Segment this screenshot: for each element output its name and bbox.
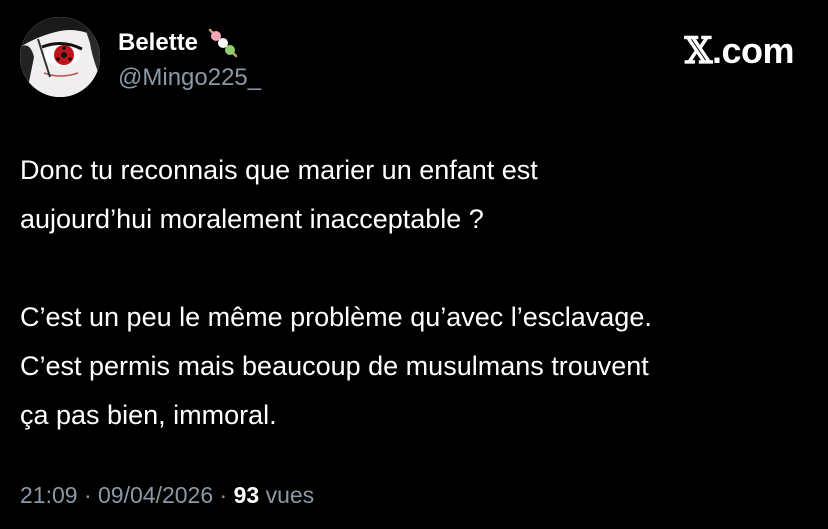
tweet-line: C’est permis mais beaucoup de musulmans …: [20, 351, 649, 381]
paragraph-break: [20, 244, 810, 293]
tweet-text: Donc tu reconnais que marier un enfant e…: [20, 146, 810, 440]
x-logo-icon: 𝕏: [684, 30, 713, 72]
tweet-line: aujourd’hui moralement inacceptable ?: [20, 204, 484, 234]
views-label: vues: [265, 482, 315, 508]
tweet-line: Donc tu reconnais que marier un enfant e…: [20, 155, 538, 185]
tweet-line: ça pas bien, immoral.: [20, 400, 277, 430]
author-avatar[interactable]: [20, 17, 100, 97]
brand-domain: .com: [711, 30, 795, 71]
meta-separator: ·: [83, 482, 92, 508]
dango-icon: [206, 26, 240, 60]
tweet-time[interactable]: 21:09: [20, 482, 78, 508]
display-name-text: Belette: [118, 29, 199, 56]
author-display-name[interactable]: Belette: [118, 26, 240, 60]
anime-sharingan-avatar-icon: [20, 17, 100, 97]
views-count[interactable]: 93: [234, 482, 260, 508]
tweet-meta: 21:09 · 09/04/2026 · 93 vues: [20, 482, 314, 509]
author-handle[interactable]: @Mingo225_: [118, 64, 261, 92]
tweet-date[interactable]: 09/04/2026: [98, 482, 213, 508]
meta-separator: ·: [219, 482, 228, 508]
tweet-line: C’est un peu le même problème qu’avec l’…: [20, 302, 652, 332]
tweet-card: Belette @Mingo225_ 𝕏.com Donc tu reconna…: [0, 0, 828, 529]
x-com-logo: 𝕏.com: [684, 30, 795, 72]
